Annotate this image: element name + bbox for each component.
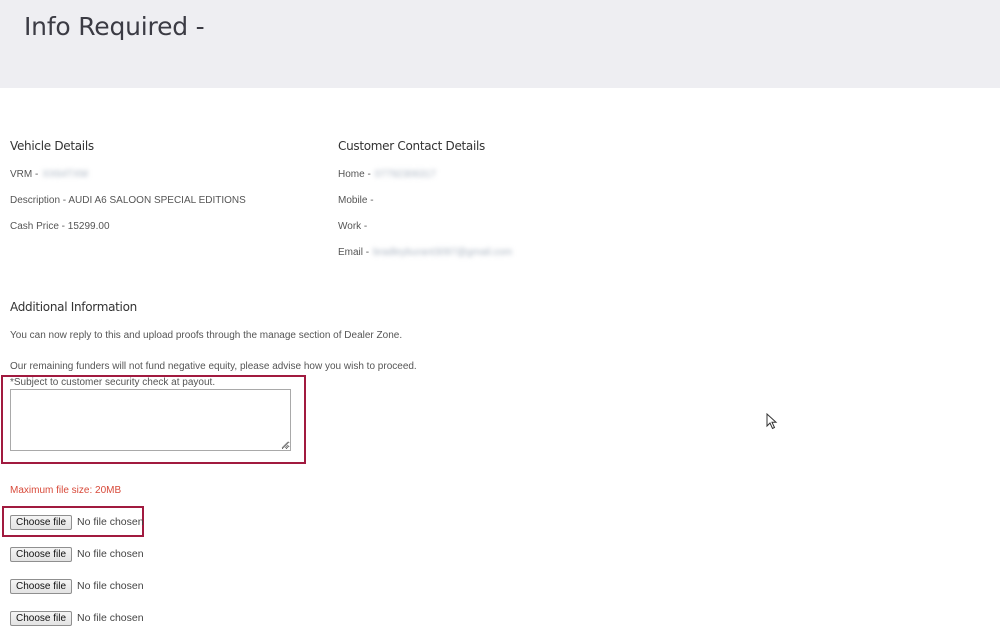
reply-textarea[interactable]: [10, 389, 291, 451]
email-value: bradleyburant3097@gmail.com: [373, 247, 513, 258]
reply-instructions: You can now reply to this and upload pro…: [10, 330, 403, 341]
choose-file-button[interactable]: Choose file: [10, 578, 73, 594]
vrm-line: VRM - XX64TXM: [10, 169, 88, 180]
file-input-4: Choose file No file chosen: [10, 610, 144, 626]
home-phone-value: 07792306317: [374, 169, 436, 180]
file-status: No file chosen: [77, 548, 144, 560]
file-input-3: Choose file No file chosen: [10, 578, 144, 594]
file-status: No file chosen: [77, 516, 144, 528]
contact-details-heading: Customer Contact Details: [338, 139, 486, 153]
home-phone-line: Home -07792306317: [338, 169, 436, 180]
funders-notice: Our remaining funders will not fund nega…: [10, 361, 417, 372]
email-label: Email -: [338, 247, 370, 258]
choose-file-button[interactable]: Choose file: [10, 610, 73, 626]
mouse-pointer-icon: [766, 413, 778, 430]
mobile-label: Mobile -: [338, 195, 374, 206]
file-status: No file chosen: [77, 612, 144, 624]
vehicle-details-heading: Vehicle Details: [10, 139, 94, 153]
vehicle-description: Description - AUDI A6 SALOON SPECIAL EDI…: [10, 195, 246, 206]
page-title: Info Required -: [24, 12, 205, 41]
file-input-1: Choose file No file chosen: [10, 514, 144, 530]
max-file-size-warning: Maximum file size: 20MB: [10, 485, 122, 496]
additional-info-heading: Additional Information: [10, 300, 137, 314]
work-label: Work -: [338, 221, 368, 232]
email-line: Email - bradleyburant3097@gmail.com: [338, 247, 512, 258]
vrm-value: XX64TXM: [42, 169, 88, 180]
home-label: Home -: [338, 169, 371, 180]
file-input-2: Choose file No file chosen: [10, 546, 144, 562]
resize-grip-icon[interactable]: [281, 441, 289, 449]
cash-price: Cash Price - 15299.00: [10, 221, 110, 232]
vrm-label: VRM -: [10, 169, 39, 180]
choose-file-button[interactable]: Choose file: [10, 546, 73, 562]
page-header: Info Required -: [0, 0, 1000, 88]
file-status: No file chosen: [77, 580, 144, 592]
choose-file-button[interactable]: Choose file: [10, 514, 73, 530]
